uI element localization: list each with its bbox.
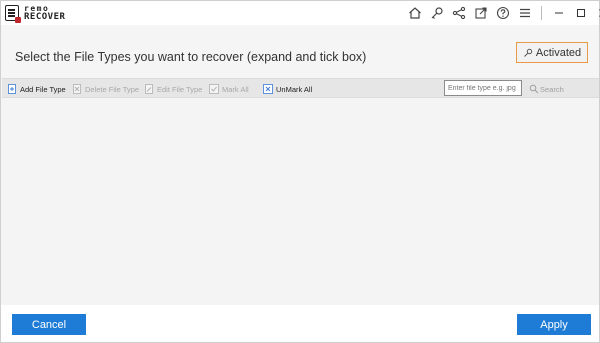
- menu-icon[interactable]: [515, 4, 535, 22]
- checkbox-unmark-icon: [263, 84, 273, 94]
- export-icon[interactable]: [471, 4, 491, 22]
- search-icon: [529, 84, 539, 94]
- activated-label: Activated: [535, 46, 582, 59]
- edit-file-type-label: Edit File Type: [157, 84, 203, 94]
- delete-file-type-label: Delete File Type: [85, 84, 140, 94]
- logo-mark-icon: [5, 5, 21, 23]
- instruction-text: Select the File Types you want to recove…: [15, 50, 367, 64]
- remo-recover-logo: remo RECOVER: [5, 4, 66, 23]
- cancel-button[interactable]: Cancel: [12, 314, 86, 335]
- edit-file-type-button[interactable]: Edit File Type: [144, 82, 202, 96]
- delete-file-icon: [73, 84, 81, 94]
- key-icon: [524, 48, 533, 57]
- add-file-type-label: Add File Type: [20, 84, 66, 94]
- logo-text-bottom: RECOVER: [24, 12, 66, 22]
- footer-bar: Cancel Apply: [1, 305, 599, 342]
- apply-button[interactable]: Apply: [517, 314, 591, 335]
- minimize-icon[interactable]: [548, 4, 570, 22]
- maximize-icon[interactable]: [570, 4, 592, 22]
- close-icon[interactable]: [592, 4, 600, 22]
- delete-file-type-button[interactable]: Delete File Type: [72, 82, 139, 96]
- add-file-icon: [8, 84, 16, 94]
- search-button[interactable]: Search: [529, 82, 564, 96]
- help-icon[interactable]: [493, 4, 513, 22]
- add-file-type-button[interactable]: Add File Type: [7, 82, 66, 96]
- file-type-tree-area[interactable]: [2, 99, 599, 305]
- activated-button[interactable]: Activated: [516, 42, 588, 63]
- file-type-toolbar: Add File Type Delete File Type Edit File…: [2, 78, 599, 98]
- unmark-all-button[interactable]: UnMark All: [263, 82, 312, 96]
- edit-file-icon: [145, 84, 153, 94]
- checkbox-checked-icon: [209, 84, 219, 94]
- mark-all-button[interactable]: Mark All: [209, 82, 249, 96]
- title-bar: remo RECOVER: [1, 1, 600, 25]
- mark-all-label: Mark All: [222, 84, 249, 94]
- titlebar-separator: [541, 6, 542, 20]
- search-label: Search: [540, 84, 564, 94]
- home-icon[interactable]: [405, 4, 425, 22]
- unmark-all-label: UnMark All: [276, 84, 313, 94]
- key-icon[interactable]: [427, 4, 447, 22]
- titlebar-actions: [403, 4, 600, 22]
- app-window: remo RECOVER Select the File Types you w…: [0, 0, 600, 343]
- share-icon[interactable]: [449, 4, 469, 22]
- file-type-search-input[interactable]: [444, 80, 522, 96]
